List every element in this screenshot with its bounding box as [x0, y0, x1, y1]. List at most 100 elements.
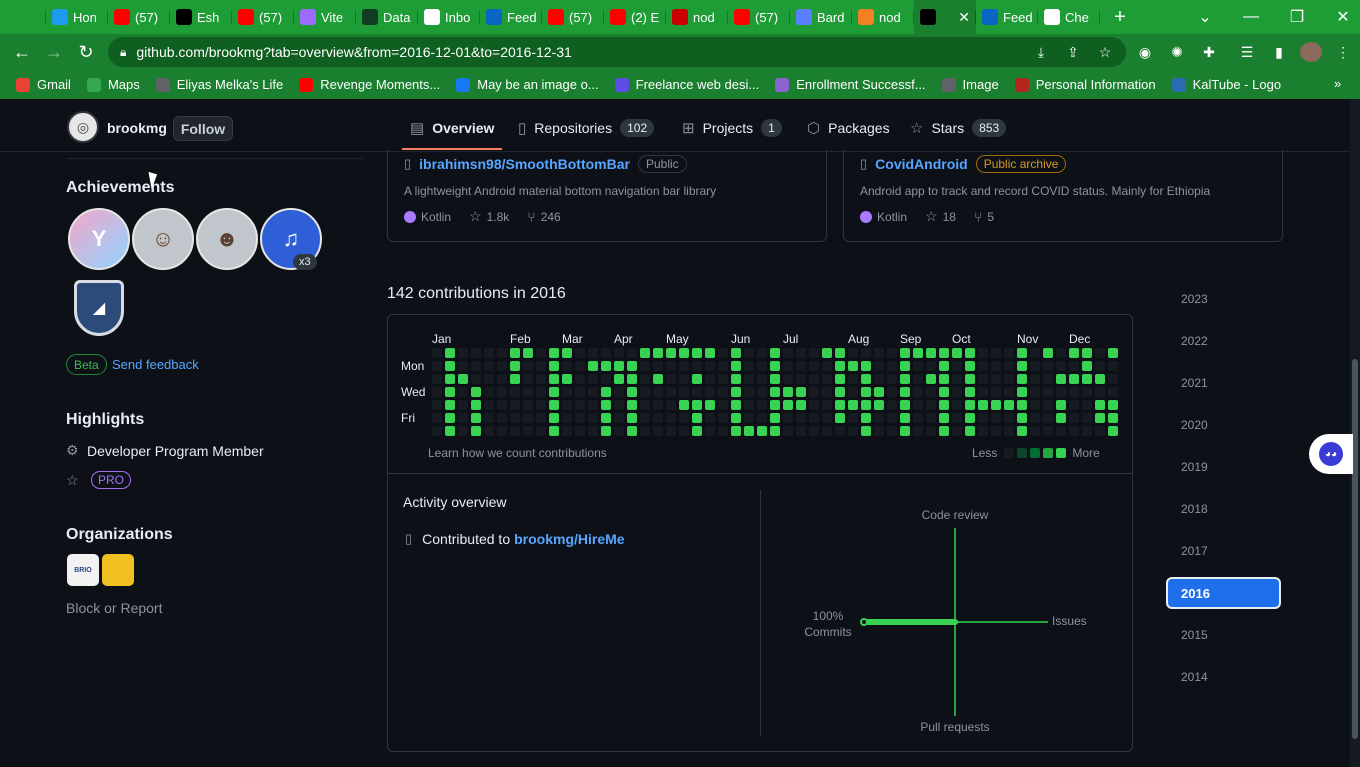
contribution-cell[interactable] [744, 348, 754, 358]
contribution-cell[interactable] [718, 413, 728, 423]
contribution-cell[interactable] [497, 413, 507, 423]
repo-forks[interactable]: ⑂ 246 [527, 209, 560, 225]
contribution-cell[interactable] [822, 413, 832, 423]
contribution-cell[interactable] [679, 387, 689, 397]
contribution-cell[interactable] [731, 374, 741, 384]
contribution-cell[interactable] [575, 426, 585, 436]
repo-forks[interactable]: ⑂ 5 [974, 209, 994, 225]
contribution-cell[interactable] [809, 400, 819, 410]
contribution-cell[interactable] [1004, 400, 1014, 410]
bookmark-item[interactable]: Revenge Moments... [299, 77, 440, 92]
contribution-cell[interactable] [458, 413, 468, 423]
contribution-cell[interactable] [692, 426, 702, 436]
contribution-cell[interactable] [744, 374, 754, 384]
arctic-code-vault-badge[interactable]: ◢ [74, 280, 124, 336]
contribution-cell[interactable] [809, 426, 819, 436]
contribution-cell[interactable] [861, 413, 871, 423]
contribution-cell[interactable] [666, 348, 676, 358]
contribution-cell[interactable] [471, 413, 481, 423]
browser-tab[interactable]: nod [666, 0, 728, 34]
contribution-cell[interactable] [445, 374, 455, 384]
contribution-cell[interactable] [614, 387, 624, 397]
repo-link[interactable]: CovidAndroid [875, 156, 968, 172]
contribution-cell[interactable] [991, 374, 1001, 384]
contribution-cell[interactable] [640, 387, 650, 397]
contribution-cell[interactable] [757, 348, 767, 358]
contribution-cell[interactable] [679, 400, 689, 410]
contribution-cell[interactable] [666, 374, 676, 384]
contribution-cell[interactable] [653, 413, 663, 423]
page-scrollbar[interactable] [1350, 99, 1360, 767]
contribution-cell[interactable] [575, 361, 585, 371]
contribution-cell[interactable] [1095, 374, 1105, 384]
contribution-cell[interactable] [783, 361, 793, 371]
contribution-cell[interactable] [913, 413, 923, 423]
contribution-cell[interactable] [1108, 400, 1118, 410]
contribution-cell[interactable] [1056, 348, 1066, 358]
contribution-cell[interactable] [809, 387, 819, 397]
contribution-cell[interactable] [549, 400, 559, 410]
contribution-cell[interactable] [458, 426, 468, 436]
contribution-cell[interactable] [497, 361, 507, 371]
contribution-cell[interactable] [523, 361, 533, 371]
contribution-cell[interactable] [445, 400, 455, 410]
contribution-cell[interactable] [952, 400, 962, 410]
contribution-cell[interactable] [926, 400, 936, 410]
contribution-cell[interactable] [835, 426, 845, 436]
reload-button[interactable]: ↻ [70, 36, 102, 68]
browser-tab[interactable]: (57) [232, 0, 294, 34]
contribution-cell[interactable] [861, 387, 871, 397]
contribution-cell[interactable] [432, 348, 442, 358]
contribution-cell[interactable] [952, 348, 962, 358]
contribution-cell[interactable] [796, 400, 806, 410]
contribution-cell[interactable] [757, 387, 767, 397]
contribution-cell[interactable] [484, 374, 494, 384]
contribution-cell[interactable] [601, 374, 611, 384]
contribution-cell[interactable] [874, 387, 884, 397]
contribution-cell[interactable] [1082, 400, 1092, 410]
contribution-cell[interactable] [1043, 374, 1053, 384]
contribution-cell[interactable] [887, 400, 897, 410]
contribution-cell[interactable] [575, 387, 585, 397]
contribution-cell[interactable] [705, 400, 715, 410]
contribution-cell[interactable] [1095, 348, 1105, 358]
year-link[interactable]: 2014 [1181, 670, 1208, 684]
contribution-cell[interactable] [601, 400, 611, 410]
contribution-cell[interactable] [458, 387, 468, 397]
share-icon[interactable]: ⇪ [1062, 42, 1084, 62]
contribution-cell[interactable] [588, 387, 598, 397]
contribution-cell[interactable] [471, 361, 481, 371]
contribution-cell[interactable] [445, 387, 455, 397]
year-link[interactable]: 2018 [1181, 502, 1208, 516]
contribution-cell[interactable] [1069, 361, 1079, 371]
contribution-cell[interactable] [523, 413, 533, 423]
contribution-cell[interactable] [731, 361, 741, 371]
contributed-repo-link[interactable]: brookmg/HireMe [514, 531, 624, 547]
contribution-cell[interactable] [536, 361, 546, 371]
minimize-button[interactable]: — [1228, 0, 1274, 34]
contribution-cell[interactable] [796, 374, 806, 384]
extension-chatgpt-icon[interactable]: ✺ [1166, 42, 1188, 62]
contribution-cell[interactable] [887, 361, 897, 371]
contribution-cell[interactable] [900, 374, 910, 384]
contribution-cell[interactable] [1030, 400, 1040, 410]
contribution-cell[interactable] [666, 426, 676, 436]
contribution-cell[interactable] [588, 361, 598, 371]
contribution-cell[interactable] [731, 348, 741, 358]
contribution-cell[interactable] [1004, 348, 1014, 358]
contribution-cell[interactable] [926, 413, 936, 423]
browser-tab[interactable]: Inbo [418, 0, 480, 34]
browser-tab[interactable]: Data [356, 0, 418, 34]
contribution-cell[interactable] [1069, 426, 1079, 436]
contribution-cell[interactable] [471, 387, 481, 397]
contribution-cell[interactable] [731, 426, 741, 436]
contribution-cell[interactable] [484, 361, 494, 371]
contribution-cell[interactable] [627, 400, 637, 410]
contribution-cell[interactable] [978, 374, 988, 384]
contribution-cell[interactable] [887, 348, 897, 358]
contribution-cell[interactable] [809, 361, 819, 371]
browser-tab[interactable]: ✕ [914, 0, 976, 34]
contribution-cell[interactable] [718, 400, 728, 410]
contribution-cell[interactable] [783, 413, 793, 423]
contribution-cell[interactable] [822, 400, 832, 410]
